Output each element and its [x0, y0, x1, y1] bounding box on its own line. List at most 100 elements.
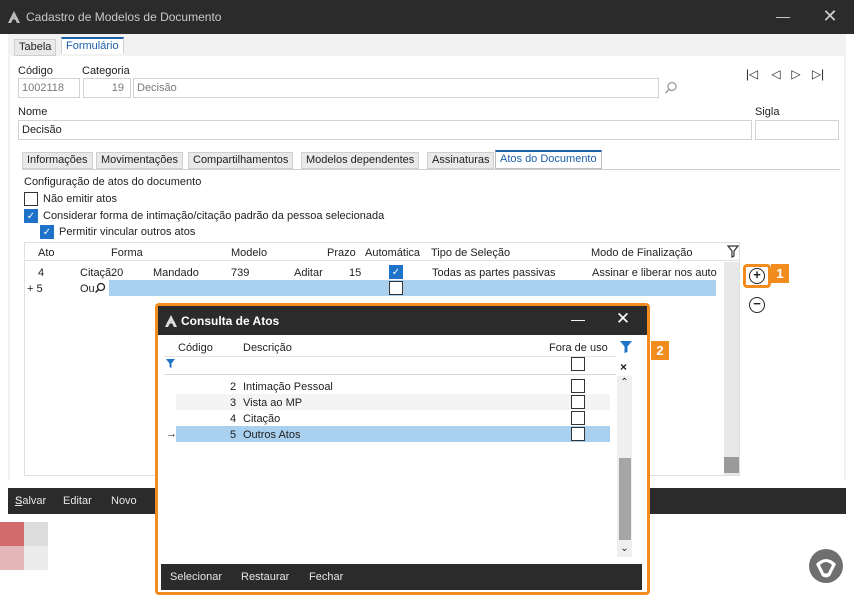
dialog-close-button[interactable]: ✕: [608, 309, 638, 329]
table-row[interactable]: [176, 394, 610, 410]
dlg-clear-filter-icon[interactable]: ×: [620, 360, 627, 374]
tab-divider: [22, 169, 840, 170]
dlg-col-codigo[interactable]: Código: [178, 342, 213, 354]
app-logo-icon: [8, 11, 20, 23]
dlg-fora-uso-filter-checkbox[interactable]: [571, 357, 585, 371]
scroll-up-icon[interactable]: ⌃: [618, 377, 631, 388]
brand-logo-icon: [809, 549, 843, 583]
row1-automatica-checkbox[interactable]: ✓: [389, 265, 403, 279]
codigo-field[interactable]: 1002118: [18, 78, 80, 98]
dlg-header-divider: [164, 356, 616, 357]
col-tipo-selecao[interactable]: Tipo de Seleção: [431, 247, 510, 259]
permitir-vincular-label: Permitir vincular outros atos: [59, 226, 196, 238]
row-pointer-icon: →: [166, 428, 177, 440]
dlg-row-descricao: Outros Atos: [243, 429, 301, 441]
categoria-field[interactable]: Decisão: [133, 78, 659, 98]
nome-field[interactable]: Decisão: [18, 120, 752, 140]
row2-forma-code[interactable]: Ou: [80, 283, 95, 295]
categoria-id-field[interactable]: 19: [83, 78, 131, 98]
dialog-title-bar: Consulta de Atos — ✕: [158, 306, 647, 335]
nome-label: Nome: [18, 106, 48, 118]
first-record-button[interactable]: |◁: [744, 67, 760, 81]
background-tile: [0, 546, 24, 570]
scroll-down-icon[interactable]: ⌄: [618, 543, 631, 554]
row1-forma-num: 20: [111, 267, 124, 279]
row2-ato: + 5: [27, 283, 43, 295]
title-bar: Cadastro de Modelos de Documento — ✕: [0, 0, 854, 34]
dlg-scrollbar-thumb[interactable]: [619, 458, 631, 540]
considerar-forma-checkbox[interactable]: ✓: [24, 209, 38, 223]
fechar-button[interactable]: Fechar: [309, 571, 343, 583]
background-tile: [24, 546, 48, 570]
grid-scrollbar[interactable]: [724, 262, 739, 475]
sigla-field[interactable]: [755, 120, 839, 140]
dlg-filter-icon[interactable]: [619, 340, 633, 354]
dialog-minimize-button[interactable]: —: [563, 311, 593, 327]
tab-formulario[interactable]: Formulário: [61, 37, 124, 54]
codigo-label: Código: [18, 65, 53, 77]
dlg-row-fora-uso-checkbox[interactable]: [571, 395, 585, 409]
row1-modelo: 739: [231, 267, 250, 279]
col-modelo[interactable]: Modelo: [231, 247, 267, 259]
dlg-row-fora-uso-checkbox[interactable]: [571, 379, 585, 393]
table-row[interactable]: [176, 410, 610, 426]
dlg-col-descricao[interactable]: Descrição: [243, 342, 292, 354]
tab-compartilhamentos[interactable]: Compartilhamentos: [188, 152, 294, 169]
badge-1: 1: [771, 264, 789, 283]
row1-forma-code: Citaçã: [80, 267, 112, 279]
tab-informacoes[interactable]: Informações: [22, 152, 93, 169]
dlg-row-fora-uso-checkbox[interactable]: [571, 427, 585, 441]
dlg-row-descricao: Vista ao MP: [243, 397, 303, 409]
dlg-row-codigo: 3: [230, 397, 237, 409]
table-row[interactable]: [176, 378, 610, 394]
previous-record-button[interactable]: ◁: [768, 67, 784, 81]
restaurar-button[interactable]: Restaurar: [241, 571, 289, 583]
dlg-col-fora-uso[interactable]: Fora de uso: [549, 342, 608, 354]
dialog-logo-icon: [165, 315, 177, 327]
row1-ato: 4: [38, 267, 45, 279]
search-icon[interactable]: [664, 81, 678, 95]
row1-aditar-link[interactable]: Aditar: [294, 267, 323, 279]
tab-movimentacoes[interactable]: Movimentações: [96, 152, 184, 169]
categoria-label: Categoria: [82, 65, 130, 77]
footer-salvar[interactable]: Salvar: [15, 495, 46, 507]
background-tile: [24, 522, 48, 546]
sigla-label: Sigla: [755, 106, 780, 118]
grid-scrollbar-thumb[interactable]: [724, 457, 739, 473]
permitir-vincular-checkbox[interactable]: ✓: [40, 225, 54, 239]
col-automatica[interactable]: Automática: [365, 247, 420, 259]
dlg-row-codigo: 2: [230, 381, 237, 393]
close-button[interactable]: ✕: [815, 6, 845, 27]
remove-row-button[interactable]: −: [749, 297, 765, 313]
atos-section-title: Configuração de atos do documento: [24, 176, 202, 188]
dlg-row-codigo: 5: [230, 429, 237, 441]
window-title: Cadastro de Modelos de Documento: [26, 10, 222, 24]
col-prazo[interactable]: Prazo: [327, 247, 356, 259]
tab-modelos-dependentes[interactable]: Modelos dependentes: [301, 152, 420, 169]
row2-highlight: [109, 280, 716, 296]
add-row-button[interactable]: +: [749, 268, 765, 284]
grid-filter-icon[interactable]: [727, 245, 739, 259]
row1-forma-desc: Mandado: [153, 267, 199, 279]
col-forma[interactable]: Forma: [111, 247, 143, 259]
lookup-search-icon[interactable]: [94, 282, 106, 294]
row2-automatica-checkbox[interactable]: [389, 281, 403, 295]
footer-editar[interactable]: Editar: [63, 495, 92, 507]
col-ato[interactable]: Ato: [38, 247, 55, 259]
row1-prazo: 15: [349, 267, 362, 279]
nao-emitir-checkbox[interactable]: [24, 192, 38, 206]
dialog-title: Consulta de Atos: [181, 314, 280, 328]
minimize-button[interactable]: —: [768, 8, 798, 24]
last-record-button[interactable]: ▷|: [810, 67, 826, 81]
selecionar-button[interactable]: Selecionar: [170, 571, 222, 583]
dlg-row-fora-uso-checkbox[interactable]: [571, 411, 585, 425]
dlg-filter-divider: [164, 374, 616, 375]
tab-tabela[interactable]: Tabela: [14, 39, 57, 56]
next-record-button[interactable]: ▷: [788, 67, 804, 81]
dlg-filter-row-icon: [166, 359, 175, 368]
table-row-selected[interactable]: [176, 426, 610, 442]
tab-assinaturas[interactable]: Assinaturas: [427, 152, 495, 169]
tab-atos-documento[interactable]: Atos do Documento: [495, 150, 602, 169]
col-modo-finalizacao[interactable]: Modo de Finalização: [591, 247, 693, 259]
footer-novo[interactable]: Novo: [111, 495, 137, 507]
